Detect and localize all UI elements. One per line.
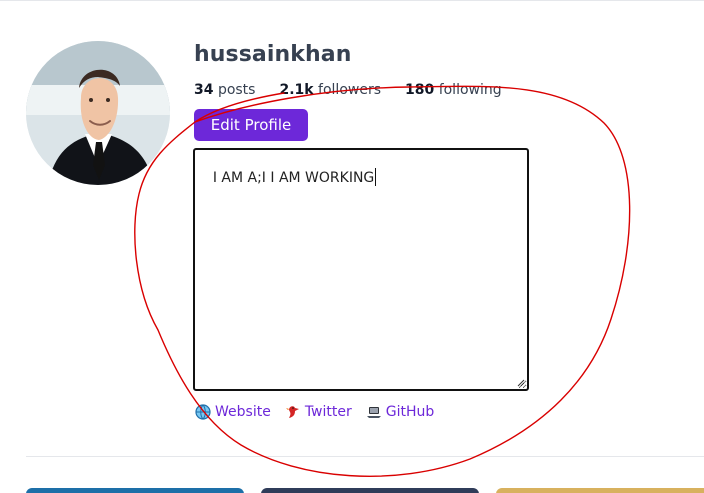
bio-textarea[interactable]: I AM A;I I AM WORKING bbox=[193, 148, 529, 391]
username: hussainkhan bbox=[194, 42, 352, 67]
profile-page: hussainkhan 34 posts 2.1k followers 180 … bbox=[0, 0, 704, 493]
avatar bbox=[26, 41, 170, 185]
website-link-label: Website bbox=[215, 404, 271, 420]
twitter-link[interactable]: Twitter bbox=[285, 404, 352, 420]
github-link[interactable]: GitHub bbox=[366, 404, 435, 420]
post-thumbnail[interactable] bbox=[26, 488, 244, 493]
globe-icon bbox=[195, 404, 211, 420]
posts-stat: 34 posts bbox=[194, 82, 255, 98]
laptop-icon bbox=[366, 407, 381, 418]
post-thumbnail[interactable] bbox=[261, 488, 479, 493]
profile-stats: 34 posts 2.1k followers 180 following bbox=[194, 82, 502, 98]
following-stat: 180 following bbox=[405, 82, 502, 98]
followers-label: followers bbox=[318, 82, 381, 98]
following-label: following bbox=[438, 82, 502, 98]
top-border bbox=[0, 0, 704, 1]
github-link-label: GitHub bbox=[385, 404, 435, 420]
resize-grip-icon[interactable] bbox=[517, 379, 525, 387]
bio-text: I AM A;I I AM WORKING bbox=[212, 170, 375, 186]
twitter-link-label: Twitter bbox=[304, 404, 352, 420]
post-thumbnail[interactable] bbox=[496, 488, 704, 493]
following-count: 180 bbox=[405, 82, 435, 98]
posts-count: 34 bbox=[194, 82, 214, 98]
bird-icon bbox=[285, 406, 299, 418]
section-divider bbox=[26, 456, 704, 457]
website-link[interactable]: Website bbox=[195, 404, 271, 420]
followers-stat: 2.1k followers bbox=[279, 82, 381, 98]
followers-count: 2.1k bbox=[279, 82, 314, 98]
edit-profile-button[interactable]: Edit Profile bbox=[194, 109, 308, 141]
posts-label: posts bbox=[217, 82, 256, 98]
profile-links: Website Twitter GitHub bbox=[195, 404, 434, 420]
text-caret bbox=[375, 168, 377, 186]
posts-grid bbox=[26, 488, 704, 493]
